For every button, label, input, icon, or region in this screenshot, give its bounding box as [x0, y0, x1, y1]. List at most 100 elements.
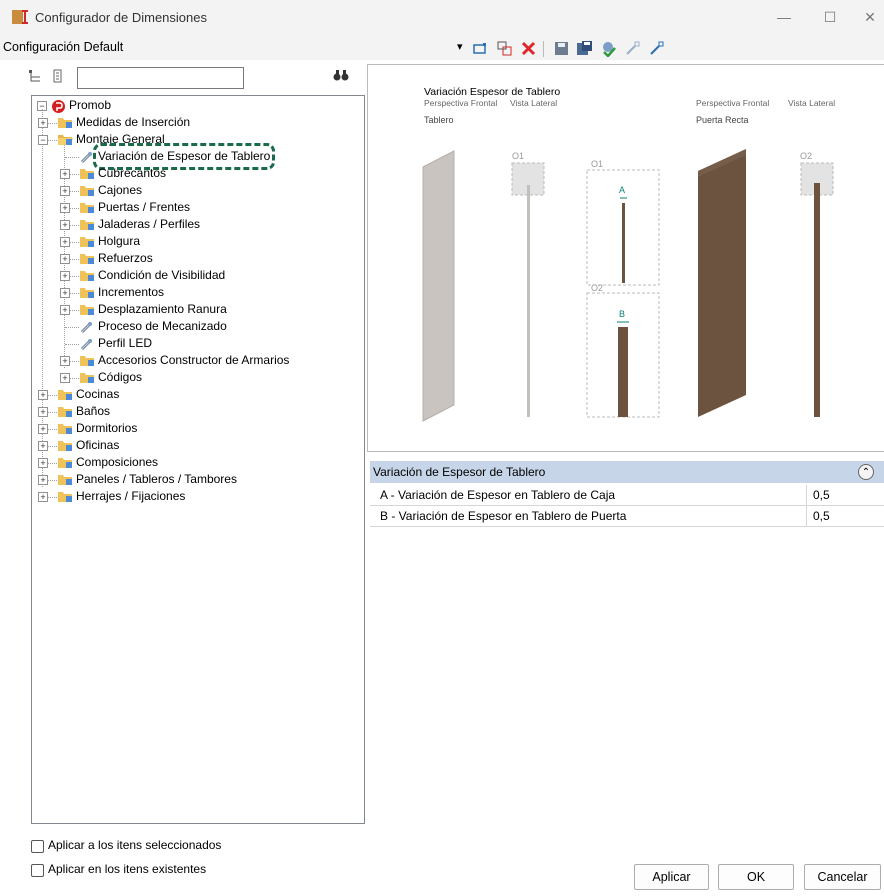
cancel-button[interactable]: Cancelar	[804, 864, 881, 890]
copy-icon[interactable]	[496, 40, 513, 57]
tree-node[interactable]: Holgura	[98, 233, 140, 250]
tree-expander[interactable]: +	[60, 305, 70, 315]
tree-expander[interactable]: +	[38, 475, 48, 485]
apply-selected-checkbox[interactable]	[31, 840, 44, 853]
tree-expander[interactable]: +	[38, 407, 48, 417]
property-name: B - Variación de Espesor en Tablero de P…	[380, 509, 627, 523]
tree-expander[interactable]: +	[60, 220, 70, 230]
folder-icon	[57, 439, 74, 452]
save-as-icon[interactable]	[576, 40, 593, 57]
minimize-button[interactable]: —	[764, 6, 804, 28]
folder-icon	[79, 167, 96, 180]
property-group-title: Variación de Espesor de Tablero	[373, 465, 546, 479]
tree-node[interactable]: Condición de Visibilidad	[98, 267, 225, 284]
tree-expander[interactable]: +	[38, 118, 48, 128]
preview-o2-detail: O2	[591, 283, 604, 293]
property-row[interactable]: B - Variación de Espesor en Tablero de P…	[370, 506, 884, 527]
folder-icon	[57, 456, 74, 469]
binoculars-icon[interactable]	[333, 68, 349, 85]
tree-expander[interactable]: +	[38, 424, 48, 434]
property-value[interactable]: 0,5	[813, 488, 830, 502]
preview-label-a: A	[619, 185, 626, 195]
tree-expander[interactable]: +	[60, 373, 70, 383]
tree-expander[interactable]: +	[38, 441, 48, 451]
tree-expander[interactable]: +	[60, 203, 70, 213]
property-row[interactable]: A - Variación de Espesor en Tablero de C…	[370, 485, 884, 506]
tree-node[interactable]: Refuerzos	[98, 250, 153, 267]
preview-o1-detail: O1	[591, 159, 604, 169]
tree-node[interactable]: Baños	[76, 403, 110, 420]
property-name: A - Variación de Espesor en Tablero de C…	[380, 488, 616, 502]
tree-guide-line	[65, 327, 79, 328]
tree-expander[interactable]: +	[60, 237, 70, 247]
tree-node[interactable]: Jaladeras / Perfiles	[98, 216, 200, 233]
tree-node[interactable]: Herrajes / Fijaciones	[76, 488, 185, 505]
close-button[interactable]: ✕	[850, 6, 884, 28]
save-icon[interactable]	[553, 40, 570, 57]
maximize-button[interactable]: ☐	[810, 6, 850, 28]
tree-node-promob[interactable]: Promob	[69, 97, 111, 114]
add-icon[interactable]	[472, 40, 489, 57]
export-icon[interactable]	[648, 40, 665, 57]
tree-node[interactable]: Composiciones	[76, 454, 158, 471]
folder-icon	[57, 473, 74, 486]
property-value[interactable]: 0,5	[813, 509, 830, 523]
expand-all-icon[interactable]	[28, 69, 42, 86]
property-group-header[interactable]: Variación de Espesor de Tablero ⌃	[370, 461, 884, 483]
tree-view: − Promob + Medidas de Inserción − Montaje Gen…	[31, 95, 363, 822]
tree-node[interactable]: Accesorios Constructor de Armarios	[98, 352, 289, 369]
folder-icon	[79, 201, 96, 214]
folder-icon	[79, 269, 96, 282]
tree-node[interactable]: Oficinas	[76, 437, 119, 454]
preview-o2-lateral: O2	[800, 151, 813, 161]
folder-icon	[79, 235, 96, 248]
configuration-label: Configuración Default	[3, 40, 124, 54]
tree-node[interactable]: Medidas de Inserción	[76, 114, 190, 131]
settings-icon	[79, 337, 96, 351]
folder-icon	[57, 490, 74, 503]
tree-expander[interactable]: +	[60, 169, 70, 179]
tree-node[interactable]: Incrementos	[98, 284, 164, 301]
preview-illustration	[422, 149, 834, 422]
import-icon[interactable]	[624, 40, 641, 57]
apply-existing-checkbox[interactable]	[31, 864, 44, 877]
tree-node[interactable]: Proceso de Mecanizado	[98, 318, 227, 335]
search-input[interactable]	[77, 67, 244, 89]
tree-expander[interactable]: +	[38, 492, 48, 502]
window-title: Configurador de Dimensiones	[35, 10, 207, 25]
folder-icon	[57, 116, 74, 129]
property-divider	[806, 485, 807, 505]
config-icon[interactable]	[600, 40, 617, 58]
tree-node[interactable]: Cocinas	[76, 386, 119, 403]
tree-node-selected[interactable]: Variación de Espesor de Tablero	[92, 143, 276, 170]
tree-expander[interactable]: +	[60, 288, 70, 298]
collapse-all-icon[interactable]	[52, 69, 66, 86]
tree-expander[interactable]: −	[38, 135, 48, 145]
folder-icon	[79, 184, 96, 197]
tree-node[interactable]: Paneles / Tableros / Tambores	[76, 471, 237, 488]
tree-expander[interactable]: +	[60, 271, 70, 281]
folder-icon	[79, 354, 96, 367]
config-dropdown-icon[interactable]: ▾	[457, 40, 463, 53]
tree-node[interactable]: Códigos	[98, 369, 142, 386]
tree-expander[interactable]: +	[60, 356, 70, 366]
delete-icon[interactable]	[520, 40, 537, 57]
tree-node[interactable]: Montaje General	[76, 131, 165, 148]
settings-icon	[79, 150, 96, 164]
tree-expander[interactable]: +	[38, 458, 48, 468]
tree-node[interactable]: Perfil LED	[98, 335, 152, 352]
tree-node[interactable]: Cajones	[98, 182, 142, 199]
config-bar	[0, 34, 884, 60]
apply-button[interactable]: Aplicar	[634, 864, 709, 890]
tree-guide-line	[65, 157, 79, 158]
tree-expander[interactable]: +	[60, 254, 70, 264]
folder-icon	[57, 388, 74, 401]
tree-node[interactable]: Puertas / Frentes	[98, 199, 190, 216]
tree-node[interactable]: Dormitorios	[76, 420, 137, 437]
collapse-icon[interactable]: ⌃	[858, 464, 874, 480]
ok-button[interactable]: OK	[718, 864, 794, 890]
tree-node[interactable]: Desplazamiento Ranura	[98, 301, 227, 318]
tree-expander[interactable]: +	[60, 186, 70, 196]
tree-expander[interactable]: +	[38, 390, 48, 400]
tree-node[interactable]: Cubrecantos	[98, 165, 166, 182]
